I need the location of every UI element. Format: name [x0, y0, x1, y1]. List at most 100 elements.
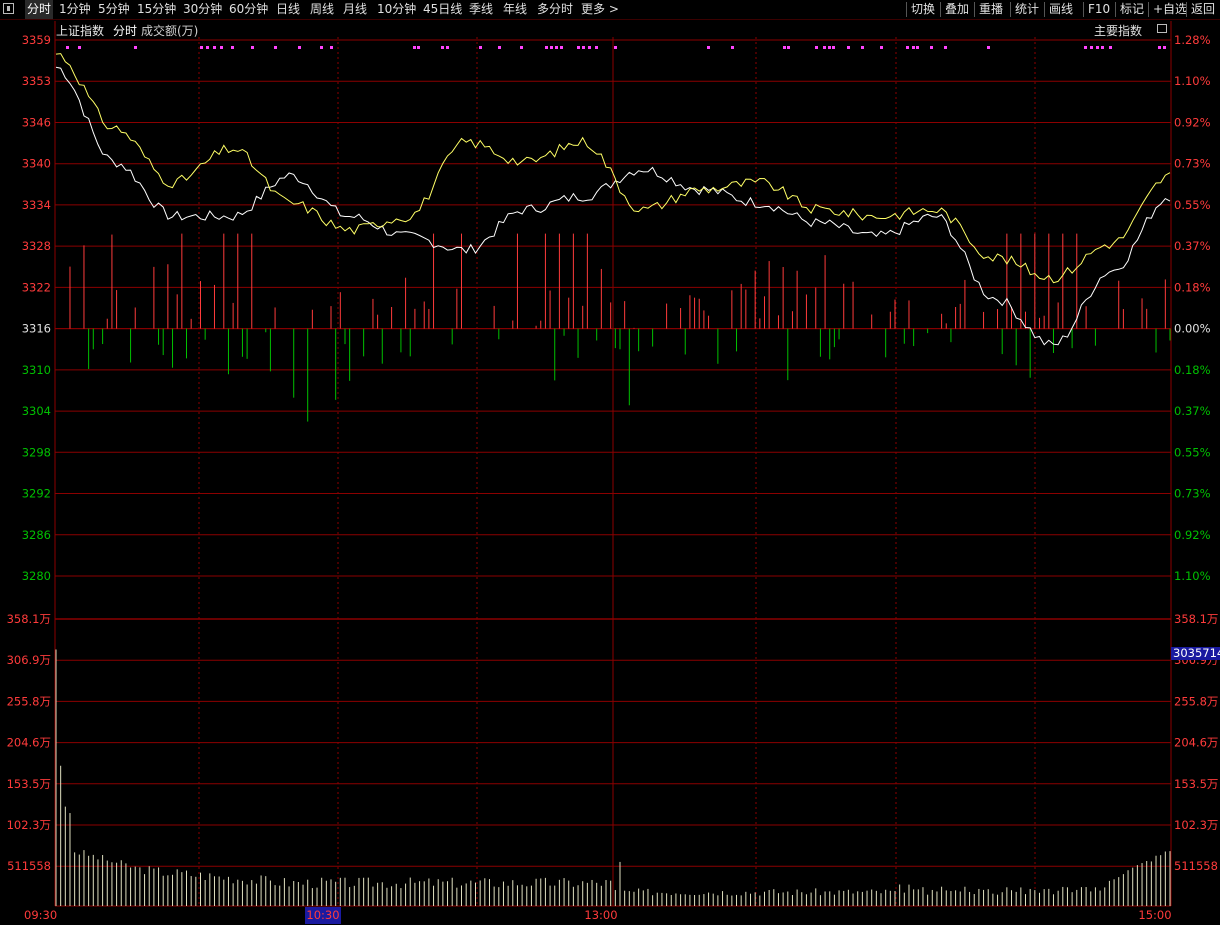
signal-marker	[213, 46, 216, 49]
mode-label: 分时	[113, 24, 138, 38]
signal-marker	[66, 46, 69, 49]
intraday-chart: 3359 1.28% 3353 1.10% 3346 0.92% 3340 0.73% 3334…	[7, 21, 1220, 924]
volume-label-right: 358.1万	[1174, 612, 1218, 626]
signal-marker	[828, 46, 831, 49]
volume-label-left: 102.3万	[7, 818, 51, 832]
signal-marker	[912, 46, 915, 49]
price-label-left: 3304	[22, 404, 51, 418]
price-label-right: 1.28%	[1174, 33, 1211, 47]
price-label-right: 0.73%	[1174, 487, 1211, 501]
period-tab-5[interactable]: 60分钟	[229, 0, 268, 19]
volume-unit-label: 成交额(万)	[141, 24, 199, 38]
volume-label-right: 204.6万	[1174, 736, 1218, 750]
signal-marker	[417, 46, 420, 49]
period-tab-8[interactable]: 月线	[343, 0, 367, 19]
signal-marker	[861, 46, 864, 49]
price-label-left: 3292	[22, 487, 51, 501]
signal-marker	[441, 46, 444, 49]
period-tab-7[interactable]: 周线	[310, 0, 334, 19]
action-button-2[interactable]: 重播	[979, 0, 1003, 19]
signal-marker	[200, 46, 203, 49]
period-tab-3[interactable]: 15分钟	[137, 0, 176, 19]
toolbar-separator	[1083, 2, 1084, 17]
toolbar-separator	[1115, 2, 1116, 17]
period-tab-9[interactable]: 10分钟	[377, 0, 416, 19]
price-label-right: 0.55%	[1174, 198, 1211, 212]
period-toolbar: 分时 1分钟 5分钟 15分钟 30分钟 60分钟 日线 周线 月线 10分钟 45日线 季线 年线 多分…	[0, 0, 1220, 20]
price-label-left: 3286	[22, 528, 51, 542]
period-tab-13[interactable]: 多分时	[537, 0, 573, 19]
period-tab-12[interactable]: 年线	[503, 0, 527, 19]
volume-label-right: 511558	[1174, 859, 1218, 873]
period-tab-11[interactable]: 季线	[469, 0, 493, 19]
indicator-toggle-icon[interactable]	[1157, 24, 1167, 33]
period-tab-0[interactable]: 分时	[25, 0, 54, 19]
volume-label-left: 255.8万	[7, 694, 51, 708]
signal-marker	[560, 46, 563, 49]
toolbar-separator	[1010, 2, 1011, 17]
signal-marker	[930, 46, 933, 49]
volume-label-left: 358.1万	[7, 612, 51, 626]
signal-marker	[251, 46, 254, 49]
price-label-right: 0.18%	[1174, 363, 1211, 377]
signal-marker	[274, 46, 277, 49]
signal-marker	[1109, 46, 1112, 49]
signal-marker	[1090, 46, 1093, 49]
price-label-left: 3346	[22, 115, 51, 129]
signal-marker	[588, 46, 591, 49]
signal-marker	[446, 46, 449, 49]
signal-marker	[1158, 46, 1161, 49]
period-tab-2[interactable]: 5分钟	[98, 0, 130, 19]
period-tab-10[interactable]: 45日线	[423, 0, 462, 19]
price-label-right: 0.37%	[1174, 239, 1211, 253]
toolbar-separator	[906, 2, 907, 17]
price-label-left: 3322	[22, 280, 51, 294]
action-button-3[interactable]: 统计	[1015, 0, 1039, 19]
signal-marker	[832, 46, 835, 49]
signal-marker	[987, 46, 990, 49]
action-button-1[interactable]: 叠加	[945, 0, 969, 19]
action-button-0[interactable]: 切换	[911, 0, 935, 19]
signal-marker	[545, 46, 548, 49]
price-label-right: 0.73%	[1174, 157, 1211, 171]
price-label-left: 3328	[22, 239, 51, 253]
signal-marker	[595, 46, 598, 49]
action-button-5[interactable]: F10	[1088, 0, 1110, 19]
signal-marker	[555, 46, 558, 49]
action-button-6[interactable]: 标记	[1120, 0, 1144, 19]
volume-label-right: 102.3万	[1174, 818, 1218, 832]
signal-marker	[707, 46, 710, 49]
signal-marker	[1096, 46, 1099, 49]
volume-label-right: 153.5万	[1174, 777, 1218, 791]
period-tab-4[interactable]: 30分钟	[183, 0, 222, 19]
price-label-right: 0.92%	[1174, 528, 1211, 542]
action-button-4[interactable]: 画线	[1049, 0, 1073, 19]
time-label: 09:30	[24, 908, 57, 922]
period-tab-1[interactable]: 1分钟	[59, 0, 91, 19]
signal-marker	[823, 46, 826, 49]
index-name: 上证指数	[56, 24, 105, 38]
signal-marker	[78, 46, 81, 49]
signal-marker	[479, 46, 482, 49]
signal-marker	[847, 46, 850, 49]
signal-marker	[577, 46, 580, 49]
volume-label-left: 153.5万	[7, 777, 51, 791]
signal-marker	[906, 46, 909, 49]
price-label-left: 3280	[22, 569, 51, 583]
period-tab-14[interactable]: 更多 >	[581, 0, 619, 19]
price-label-left: 3310	[22, 363, 51, 377]
menu-toggle-icon[interactable]	[3, 3, 14, 14]
price-label-right: 0.55%	[1174, 445, 1211, 459]
signal-marker	[944, 46, 947, 49]
price-label-left: 3334	[22, 198, 51, 212]
main-indicator-button[interactable]: 主要指数	[1094, 22, 1142, 39]
time-label: 13:00	[584, 908, 617, 922]
signal-marker	[815, 46, 818, 49]
action-button-8[interactable]: 返回	[1191, 0, 1215, 19]
toolbar-separator	[974, 2, 975, 17]
signal-marker	[413, 46, 416, 49]
action-button-7[interactable]: +自选	[1153, 0, 1187, 19]
period-tab-6[interactable]: 日线	[276, 0, 300, 19]
volume-label-left: 511558	[7, 859, 51, 873]
signal-marker	[1084, 46, 1087, 49]
